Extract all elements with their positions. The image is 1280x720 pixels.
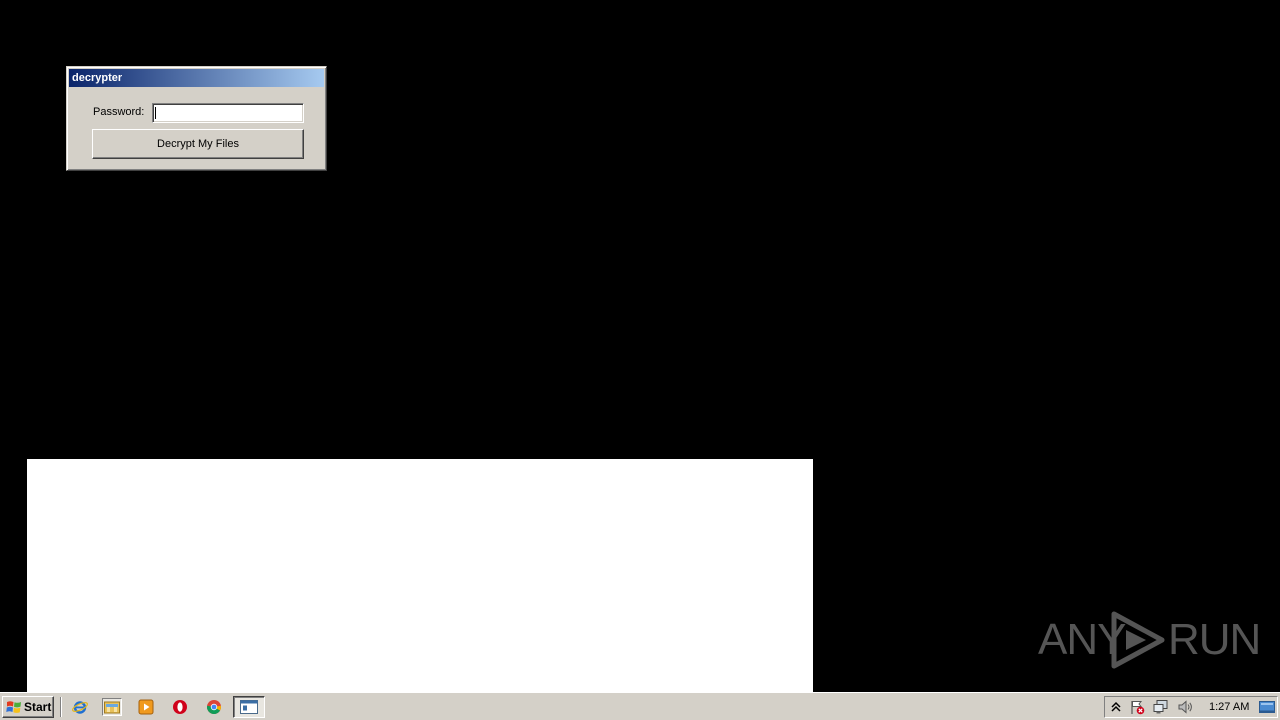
opera-icon[interactable]	[170, 698, 190, 716]
folder-icon	[104, 701, 120, 714]
application-window-icon	[240, 700, 258, 714]
watermark-right-text: RUN	[1168, 615, 1261, 664]
chrome-icon[interactable]	[204, 698, 224, 716]
chrome-icon-glyph	[207, 700, 222, 714]
chevron-up-icon	[1111, 701, 1121, 712]
taskbar-button-decrypter[interactable]	[233, 696, 265, 718]
decrypt-files-button[interactable]: Decrypt My Files	[92, 129, 304, 159]
decrypter-window: decrypter Password: Decrypt My Files	[66, 66, 327, 171]
blank-white-window	[27, 459, 813, 692]
flag-warning-icon	[1131, 701, 1145, 715]
desktop: decrypter Password: Decrypt My Files ANY…	[0, 0, 1280, 692]
opera-icon-glyph	[173, 700, 187, 714]
speaker-icon	[1178, 700, 1192, 714]
window-title: decrypter	[72, 72, 123, 84]
text-caret	[155, 107, 156, 119]
file-explorer-icon[interactable]	[102, 698, 122, 716]
network-icon[interactable]	[1153, 699, 1169, 715]
system-tray: 1:27 AM	[1104, 696, 1278, 718]
show-hidden-icons-icon[interactable]	[1108, 699, 1124, 715]
password-input[interactable]	[152, 103, 304, 123]
start-button[interactable]: Start	[2, 696, 54, 718]
volume-icon[interactable]	[1177, 699, 1193, 715]
network-monitor-icon	[1153, 700, 1168, 714]
media-player-icon-glyph	[138, 699, 154, 715]
internet-explorer-icon-glyph	[72, 701, 88, 714]
play-logo-icon	[1111, 611, 1165, 669]
window-title-bar[interactable]: decrypter	[69, 69, 324, 87]
start-label: Start	[24, 700, 52, 714]
password-label: Password:	[93, 106, 145, 118]
anyrun-watermark: ANY RUN	[1038, 606, 1261, 672]
windows-flag-icon	[6, 701, 21, 713]
taskbar: Start 1:27 AM	[0, 692, 1280, 720]
action-center-flag-icon[interactable]	[1129, 699, 1145, 715]
show-desktop-icon[interactable]	[1259, 699, 1275, 715]
clock[interactable]: 1:27 AM	[1209, 697, 1249, 717]
taskbar-separator	[60, 697, 62, 717]
media-player-icon[interactable]	[136, 698, 156, 716]
internet-explorer-icon[interactable]	[70, 698, 90, 716]
